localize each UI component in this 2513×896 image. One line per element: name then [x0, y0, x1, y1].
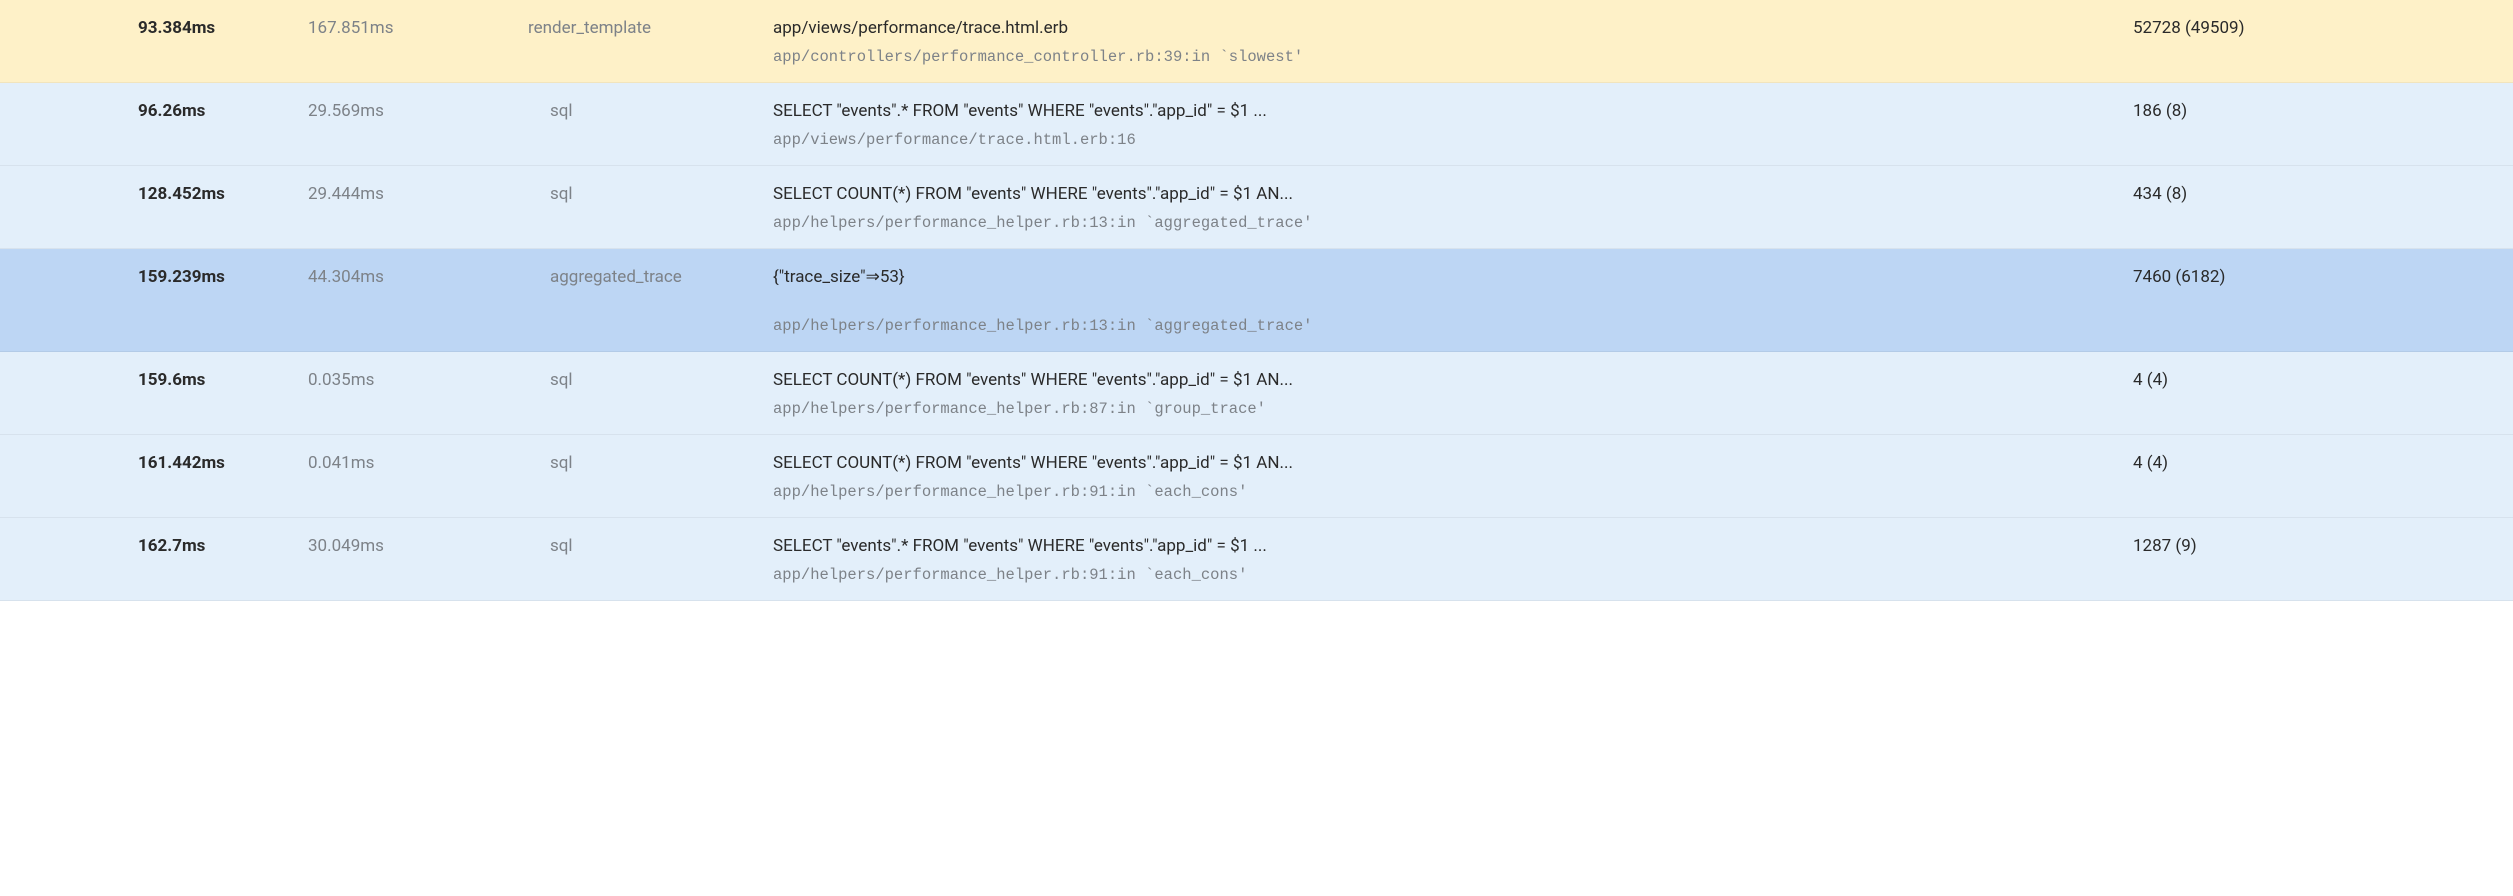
trace-row[interactable]: 159.6ms0.035mssqlSELECT COUNT(*) FROM "e… [0, 352, 2513, 435]
count-cell: 52728 (49509) [2133, 18, 2493, 38]
type-cell: sql [528, 370, 773, 390]
trace-row[interactable]: 162.7ms30.049mssqlSELECT "events".* FROM… [0, 518, 2513, 601]
type-cell: sql [528, 536, 773, 556]
trace-row[interactable]: 161.442ms0.041mssqlSELECT COUNT(*) FROM … [0, 435, 2513, 518]
count-cell: 1287 (9) [2133, 536, 2493, 556]
count-cell: 4 (4) [2133, 370, 2493, 390]
timestamp-cell: 159.6ms [138, 370, 308, 390]
description-cell: SELECT "events".* FROM "events" WHERE "e… [773, 101, 2133, 149]
type-cell: sql [528, 101, 773, 121]
count-cell: 7460 (6182) [2133, 267, 2493, 287]
description-text: SELECT COUNT(*) FROM "events" WHERE "eve… [773, 370, 2113, 390]
source-location: app/helpers/performance_helper.rb:13:in … [773, 214, 2113, 232]
description-cell: SELECT COUNT(*) FROM "events" WHERE "eve… [773, 370, 2133, 418]
type-cell: aggregated_trace [528, 267, 773, 287]
description-cell: SELECT "events".* FROM "events" WHERE "e… [773, 536, 2133, 584]
duration-cell: 29.569ms [308, 101, 528, 121]
duration-cell: 44.304ms [308, 267, 528, 287]
timestamp-cell: 96.26ms [138, 101, 308, 121]
type-cell: render_template [528, 18, 773, 38]
timestamp-cell: 128.452ms [138, 184, 308, 204]
description-text: SELECT COUNT(*) FROM "events" WHERE "eve… [773, 184, 2113, 204]
timestamp-cell: 162.7ms [138, 536, 308, 556]
duration-cell: 30.049ms [308, 536, 528, 556]
trace-row[interactable]: 159.239ms44.304msaggregated_trace{"trace… [0, 249, 2513, 352]
description-cell: SELECT COUNT(*) FROM "events" WHERE "eve… [773, 453, 2133, 501]
source-location: app/controllers/performance_controller.r… [773, 48, 2113, 66]
description-cell: {"trace_size"⇒53} app/helpers/performance… [773, 267, 2133, 335]
description-text: SELECT COUNT(*) FROM "events" WHERE "eve… [773, 453, 2113, 473]
description-text: app/views/performance/trace.html.erb [773, 18, 2113, 38]
timestamp-cell: 93.384ms [138, 18, 308, 38]
timestamp-cell: 159.239ms [138, 267, 308, 287]
trace-row[interactable]: 128.452ms29.444mssqlSELECT COUNT(*) FROM… [0, 166, 2513, 249]
source-location: app/helpers/performance_helper.rb:13:in … [773, 317, 2113, 335]
description-text: SELECT "events".* FROM "events" WHERE "e… [773, 536, 2113, 556]
duration-cell: 0.041ms [308, 453, 528, 473]
duration-cell: 29.444ms [308, 184, 528, 204]
type-cell: sql [528, 453, 773, 473]
source-location: app/views/performance/trace.html.erb:16 [773, 131, 2113, 149]
count-cell: 186 (8) [2133, 101, 2493, 121]
source-location: app/helpers/performance_helper.rb:91:in … [773, 566, 2113, 584]
count-cell: 4 (4) [2133, 453, 2493, 473]
timestamp-cell: 161.442ms [138, 453, 308, 473]
count-cell: 434 (8) [2133, 184, 2493, 204]
trace-row[interactable]: 93.384ms167.851msrender_templateapp/view… [0, 0, 2513, 83]
type-cell: sql [528, 184, 773, 204]
description-cell: app/views/performance/trace.html.erb app/… [773, 18, 2133, 66]
description-text: {"trace_size"⇒53} [773, 267, 2113, 287]
source-location: app/helpers/performance_helper.rb:91:in … [773, 483, 2113, 501]
duration-cell: 167.851ms [308, 18, 528, 38]
trace-table: 93.384ms167.851msrender_templateapp/view… [0, 0, 2513, 601]
trace-row[interactable]: 96.26ms29.569mssqlSELECT "events".* FROM… [0, 83, 2513, 166]
description-cell: SELECT COUNT(*) FROM "events" WHERE "eve… [773, 184, 2133, 232]
duration-cell: 0.035ms [308, 370, 528, 390]
description-text: SELECT "events".* FROM "events" WHERE "e… [773, 101, 2113, 121]
source-location: app/helpers/performance_helper.rb:87:in … [773, 400, 2113, 418]
